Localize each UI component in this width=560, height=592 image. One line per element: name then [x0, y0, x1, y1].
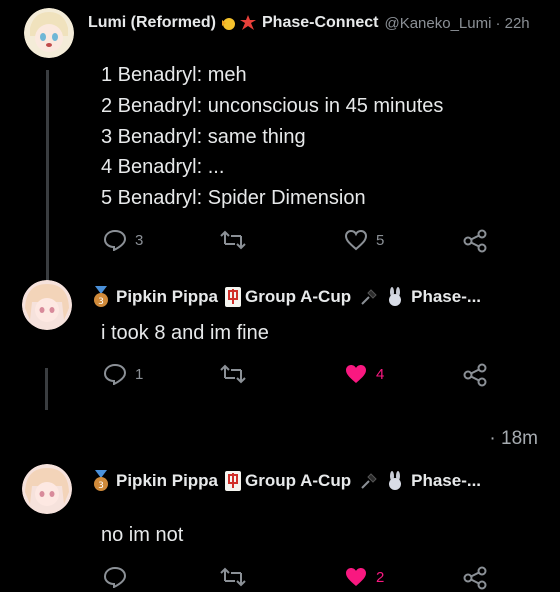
reply-icon: [103, 363, 127, 385]
reply-button[interactable]: 1: [103, 363, 143, 385]
tweet-line-2: 2 Benadryl: unconscious in 45 minutes: [101, 95, 444, 117]
like-icon: [344, 363, 368, 385]
author-handle[interactable]: @Kaneko_Lumi: [384, 15, 491, 32]
retweet-button[interactable]: [220, 363, 246, 385]
avatar-lumi[interactable]: [24, 8, 74, 58]
author-name[interactable]: Pipkin Pippa: [116, 471, 218, 491]
like-icon: [344, 566, 368, 588]
plug-icon: [359, 287, 379, 308]
bronze-medal-icon: 3: [92, 286, 110, 308]
reply2-header: 3 Pipkin Pippa Group A-Cup Phase-...: [92, 470, 481, 492]
time-gap-label: · 18m: [489, 428, 538, 449]
share-button[interactable]: [462, 363, 488, 387]
sparkle-icon: [220, 14, 238, 32]
org-name: Phase-...: [411, 287, 482, 306]
tweet-line-1: 1 Benadryl: meh: [101, 64, 247, 86]
thread-line-1: [46, 70, 49, 285]
thread-line-2: [45, 368, 48, 410]
share-icon: [462, 229, 488, 253]
org-name: Phase-...: [411, 471, 482, 490]
like-button[interactable]: 2: [344, 566, 384, 588]
retweet-icon: [220, 363, 246, 385]
svg-text:3: 3: [98, 297, 104, 307]
svg-text:3: 3: [98, 481, 104, 491]
retweet-icon: [220, 229, 246, 251]
mahjong-tile-icon: [224, 286, 242, 308]
reply-icon: [103, 566, 127, 588]
bunny-icon: [385, 471, 405, 492]
like-count: 4: [376, 365, 385, 383]
tweet1-header: Lumi (Reformed) Phase-Connect @Kaneko_Lu…: [88, 14, 530, 32]
bunny-icon: [385, 287, 405, 308]
group-name: Group A-Cup: [245, 471, 352, 490]
like-button[interactable]: 4: [344, 363, 384, 385]
group-name: Group A-Cup: [245, 287, 352, 306]
reply1-text: i took 8 and im fine: [101, 322, 269, 344]
reply-count: 3: [135, 231, 144, 249]
avatar-pippa[interactable]: [22, 280, 72, 330]
org-name: Phase-Connect: [262, 14, 379, 31]
reply-button[interactable]: [103, 566, 127, 588]
like-count: 5: [376, 231, 385, 249]
reply-button[interactable]: 3: [103, 229, 143, 251]
reply1-header: 3 Pipkin Pippa Group A-Cup Phase-...: [92, 286, 481, 308]
retweet-button[interactable]: [220, 229, 246, 251]
tweet-time[interactable]: · 22h: [495, 15, 529, 32]
retweet-button[interactable]: [220, 566, 246, 588]
author-name[interactable]: Pipkin Pippa: [116, 287, 218, 307]
bronze-medal-icon: 3: [92, 470, 110, 492]
mahjong-tile-icon: [224, 470, 242, 492]
author-name[interactable]: Lumi (Reformed): [88, 14, 216, 32]
avatar-pippa[interactable]: [22, 464, 72, 514]
like-icon: [344, 229, 368, 251]
share-button[interactable]: [462, 566, 488, 590]
tweet-line-3: 3 Benadryl: same thing: [101, 126, 306, 148]
share-icon: [462, 566, 488, 590]
tweet-line-5: 5 Benadryl: Spider Dimension: [101, 187, 366, 209]
reply-icon: [103, 229, 127, 251]
share-button[interactable]: [462, 229, 488, 253]
reply-count: 1: [135, 365, 144, 383]
reply2-text: no im not: [101, 524, 184, 546]
plug-icon: [359, 471, 379, 492]
retweet-icon: [220, 566, 246, 588]
tweet-line-4: 4 Benadryl: ...: [101, 156, 225, 178]
explosion-icon: [240, 14, 256, 32]
like-button[interactable]: 5: [344, 229, 384, 251]
like-count: 2: [376, 568, 385, 586]
share-icon: [462, 363, 488, 387]
